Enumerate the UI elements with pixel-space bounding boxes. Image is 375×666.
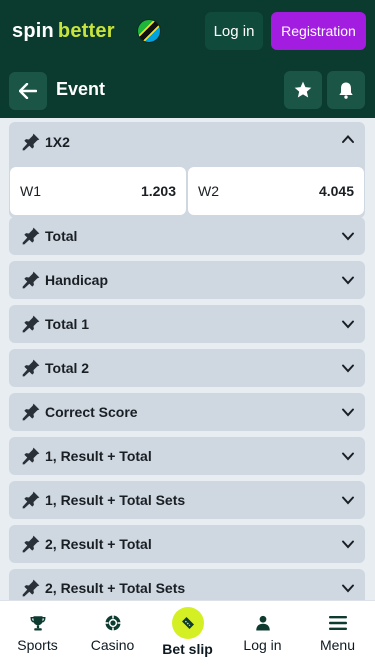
star-icon (294, 81, 312, 98)
pin-icon[interactable] (21, 402, 41, 422)
market-label: 1, Result + Total Sets (45, 492, 186, 508)
logo-better-text: better (57, 19, 115, 42)
chevron-up-icon[interactable] (341, 132, 355, 146)
market-total-2[interactable]: Total 2 (9, 349, 365, 387)
menu-icon (328, 613, 348, 633)
market-correct-score[interactable]: Correct Score (9, 393, 365, 431)
login-button[interactable]: Log in (205, 12, 263, 50)
market-label: Correct Score (45, 404, 138, 420)
odd-value: 4.045 (318, 183, 354, 199)
pin-icon[interactable] (21, 314, 41, 334)
bell-icon (339, 82, 353, 99)
tanzania-flag-icon[interactable] (136, 19, 161, 43)
market-label: 1, Result + Total (45, 448, 152, 464)
spinbetter-logo[interactable]: spin better (12, 20, 115, 43)
event-header: Event (0, 62, 375, 118)
logo-spin-text: spin (12, 19, 54, 42)
market-2-result-total[interactable]: 2, Result + Total (9, 525, 365, 563)
pin-icon[interactable] (21, 226, 41, 246)
back-button[interactable] (9, 72, 47, 110)
nav-bet-slip[interactable]: Bet slip (150, 601, 225, 666)
market-2-result-total-sets[interactable]: 2, Result + Total Sets (9, 569, 365, 600)
nav-log-in[interactable]: Log in (225, 601, 300, 666)
market-handicap[interactable]: Handicap (9, 261, 365, 299)
market-1-result-total-sets[interactable]: 1, Result + Total Sets (9, 481, 365, 519)
top-bar: spin better Log in Registration (0, 0, 375, 62)
markets-list[interactable]: 1X2 W1 1.203 W2 4.045 Total Handicap Tot… (0, 118, 375, 600)
market-label: 2, Result + Total (45, 536, 152, 552)
user-icon (253, 613, 273, 633)
pin-icon[interactable] (21, 534, 41, 554)
chevron-down-icon[interactable] (341, 581, 355, 595)
market-label: Total 2 (45, 360, 90, 376)
pin-icon[interactable] (21, 578, 41, 598)
chevron-down-icon[interactable] (341, 273, 355, 287)
trophy-icon (28, 613, 48, 633)
pin-icon[interactable] (21, 490, 41, 510)
page-title: Event (56, 79, 106, 99)
nav-label: Sports (17, 637, 58, 653)
nav-label: Casino (90, 637, 135, 653)
registration-button[interactable]: Registration (271, 12, 366, 50)
market-total[interactable]: Total (9, 217, 365, 255)
market-label: 2, Result + Total Sets (45, 580, 186, 596)
bottom-nav: Sports Casino Bet slip Log in Menu (0, 600, 375, 666)
notifications-button[interactable] (327, 71, 365, 109)
nav-casino[interactable]: Casino (75, 601, 150, 666)
odd-name: W1 (20, 183, 41, 199)
odd-value: 1.203 (140, 183, 176, 199)
chevron-down-icon[interactable] (341, 537, 355, 551)
market-label: Total 1 (45, 316, 90, 332)
market-label: 1X2 (45, 134, 70, 150)
chevron-down-icon[interactable] (341, 493, 355, 507)
market-label: Total (45, 228, 78, 244)
odd-button-w2[interactable]: W2 4.045 (188, 167, 364, 215)
odds-row: W1 1.203 W2 4.045 (9, 167, 365, 215)
chevron-down-icon[interactable] (341, 405, 355, 419)
market-label: Handicap (45, 272, 109, 288)
chevron-down-icon[interactable] (341, 449, 355, 463)
odd-name: W2 (198, 183, 219, 199)
nav-menu[interactable]: Menu (300, 601, 375, 666)
favorite-button[interactable] (284, 71, 322, 109)
casino-chip-icon (103, 613, 123, 633)
pin-icon[interactable] (21, 270, 41, 290)
pin-icon[interactable] (21, 358, 41, 378)
chevron-down-icon[interactable] (341, 229, 355, 243)
market-1-result-total[interactable]: 1, Result + Total (9, 437, 365, 475)
market-1x2[interactable]: 1X2 W1 1.203 W2 4.045 (9, 122, 365, 218)
nav-label: Menu (319, 637, 356, 653)
market-total-1[interactable]: Total 1 (9, 305, 365, 343)
pin-icon[interactable] (21, 446, 41, 466)
nav-label: Bet slip (162, 641, 213, 657)
pin-icon[interactable] (21, 132, 41, 152)
ticket-icon (171, 607, 204, 639)
nav-sports[interactable]: Sports (0, 601, 75, 666)
arrow-left-icon (19, 83, 37, 99)
nav-label: Log in (243, 637, 282, 653)
odd-button-w1[interactable]: W1 1.203 (10, 167, 186, 215)
chevron-down-icon[interactable] (341, 317, 355, 331)
chevron-down-icon[interactable] (341, 361, 355, 375)
